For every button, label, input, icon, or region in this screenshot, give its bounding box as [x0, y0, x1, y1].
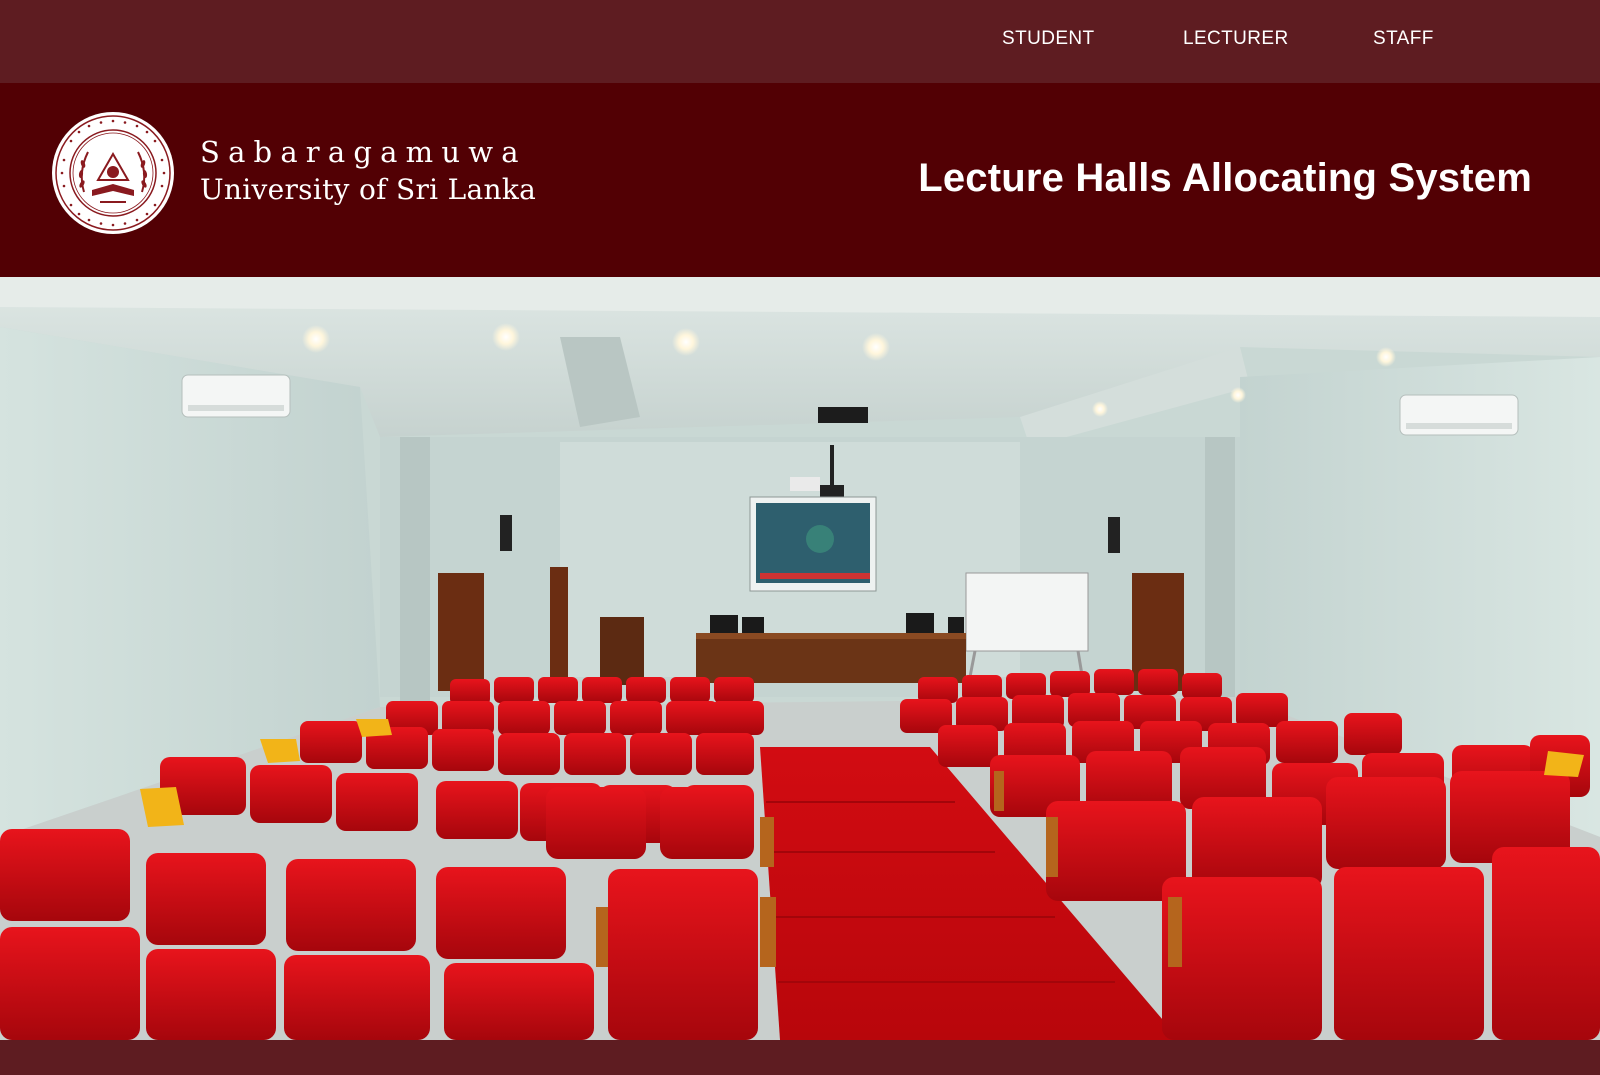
nav-student-link[interactable]: STUDENT — [1002, 28, 1095, 50]
nav-staff-link[interactable]: STAFF — [1373, 28, 1434, 50]
page: STUDENT LECTURER STAFF Sabaragamuwa Univ… — [0, 0, 1600, 1075]
top-nav: STUDENT LECTURER STAFF — [0, 0, 1600, 83]
university-crest-icon — [50, 110, 176, 236]
site-header: Sabaragamuwa University of Sri Lanka Lec… — [0, 83, 1600, 277]
footer-bar — [0, 1040, 1600, 1075]
lecture-hall-image — [0, 277, 1600, 1040]
system-title: Lecture Halls Allocating System — [918, 156, 1532, 200]
university-name-line1: Sabaragamuwa — [200, 135, 527, 169]
nav-lecturer-link[interactable]: LECTURER — [1183, 28, 1289, 50]
university-name-line2: University of Sri Lanka — [200, 173, 537, 206]
university-name: Sabaragamuwa University of Sri Lanka — [200, 133, 536, 209]
